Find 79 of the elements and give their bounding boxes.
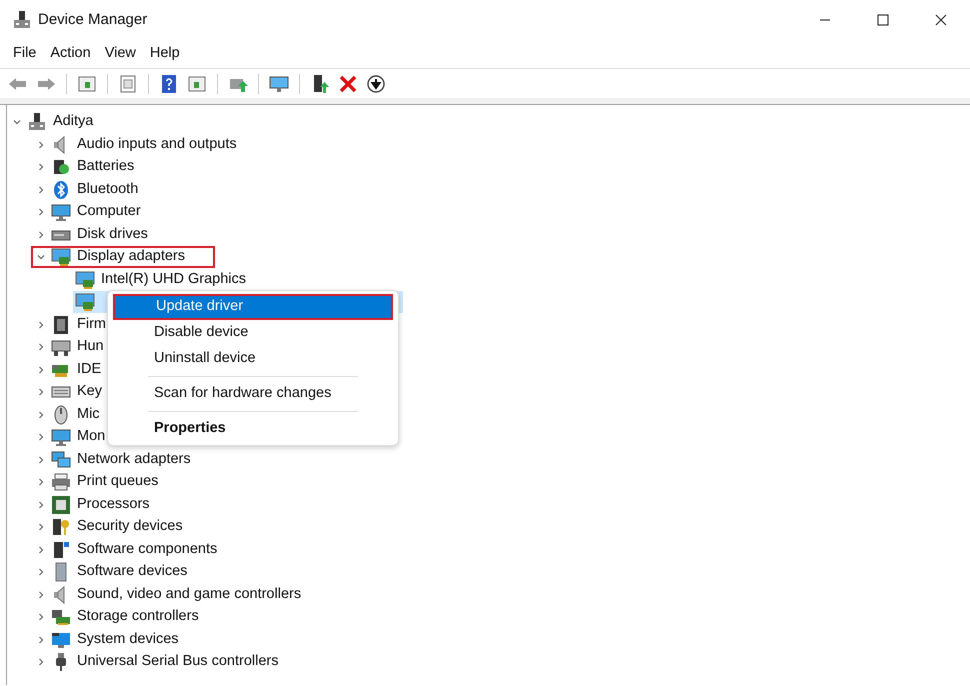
tree-item[interactable]: Aditya [25, 111, 102, 134]
chevron-right-icon [36, 207, 46, 218]
chevron-right-icon [36, 162, 46, 172]
tree-item[interactable]: Firm [49, 314, 114, 336]
maximize-icon [877, 14, 889, 26]
key-icon [51, 517, 71, 538]
menu-item[interactable]: Scan for hardware changes [113, 381, 393, 407]
tree-item[interactable]: Computer [49, 201, 149, 224]
tree-item[interactable]: Mon [49, 426, 114, 448]
chevron-right-icon [36, 140, 46, 150]
close-icon [935, 14, 947, 26]
display-adapter-icon [75, 270, 95, 290]
menu-item[interactable]: Update driver [113, 294, 393, 320]
tree-item[interactable]: Network adapters [49, 448, 199, 471]
chevron-right-icon [36, 410, 46, 420]
network-icon [51, 450, 71, 470]
software-component-icon [51, 540, 71, 560]
chevron-right-icon [36, 522, 46, 532]
chevron-right-icon [36, 590, 46, 600]
window-title: Device Manager [38, 10, 148, 30]
tree-item[interactable]: System devices [49, 628, 187, 651]
menu-item[interactable]: Properties [113, 416, 393, 442]
chevron-right-icon [36, 454, 46, 465]
menu-item[interactable]: Help [142, 43, 187, 65]
chevron-right-icon [36, 364, 46, 375]
tree-item[interactable]: Batteries [49, 156, 142, 178]
chevron-right-icon [36, 477, 46, 488]
tree-item[interactable]: Disk drives [49, 224, 156, 246]
chevron-right-icon [36, 320, 46, 330]
chevron-right-icon [36, 634, 46, 645]
tree-item[interactable]: Audio inputs and outputs [49, 134, 245, 156]
tree-item[interactable]: Display adapters [31, 246, 215, 268]
chevron-right-icon [36, 612, 46, 622]
processor-icon [51, 494, 71, 515]
menu-item[interactable]: View [98, 43, 143, 65]
monitor-icon [51, 202, 71, 222]
chevron-right-icon [36, 230, 46, 240]
tree-item[interactable]: Universal Serial Bus controllers [49, 651, 286, 674]
chevron-right-icon [36, 432, 46, 442]
computer-icon [27, 112, 47, 132]
chevron-right-icon [36, 184, 46, 195]
tree-item[interactable]: Sound, video and game controllers [49, 584, 310, 606]
tree-item[interactable]: Security devices [49, 516, 191, 538]
tree-item[interactable]: Key [49, 381, 110, 404]
tree-item[interactable]: Mic [49, 404, 108, 426]
menu-item[interactable]: Action [43, 43, 98, 65]
tree-item[interactable]: Hun [49, 336, 112, 358]
menu-item[interactable]: Uninstall device [113, 346, 393, 372]
help-icon [159, 74, 179, 94]
cross-icon [338, 74, 358, 94]
chevron-right-icon [36, 657, 46, 668]
chip-icon [51, 314, 71, 335]
computer-icon [12, 10, 32, 30]
tree-item[interactable]: Print queues [49, 471, 166, 494]
monitor-icon [269, 74, 289, 94]
chevron-right-icon [36, 544, 46, 555]
tree-item[interactable]: Software components [49, 538, 226, 561]
menu-item[interactable]: File [6, 43, 44, 65]
down-arrow-circle-icon [366, 74, 386, 94]
tree-item[interactable]: IDE [49, 358, 110, 381]
display-adapter-icon [51, 247, 71, 268]
tree-item[interactable]: Software devices [49, 561, 196, 584]
window-panel-icon [77, 74, 97, 94]
window-panel-icon [187, 74, 207, 94]
bluetooth-icon [51, 180, 71, 200]
monitor-icon [51, 427, 71, 448]
chevron-right-icon [36, 500, 46, 510]
menu-item[interactable]: Disable device [113, 320, 393, 346]
tree-item[interactable]: Bluetooth [49, 178, 146, 201]
tree-item[interactable]: Storage controllers [49, 606, 207, 628]
printer-icon [51, 472, 71, 492]
chevron-right-icon [36, 387, 46, 398]
chevron-right-icon [36, 567, 46, 578]
storage-controller-icon [51, 607, 71, 628]
chevron-right-icon [36, 342, 46, 352]
display-adapter-icon [75, 292, 95, 312]
tree-item[interactable]: Intel(R) UHD Graphics [73, 268, 254, 291]
tree-item[interactable]: Processors [49, 494, 158, 516]
document-icon [118, 74, 138, 94]
